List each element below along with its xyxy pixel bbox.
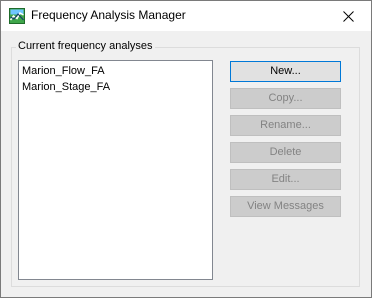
copy-button[interactable]: Copy...	[230, 88, 341, 109]
list-item[interactable]: Marion_Flow_FA	[21, 63, 210, 79]
view-messages-button[interactable]: View Messages	[230, 196, 341, 217]
title-bar[interactable]: Frequency Analysis Manager	[1, 1, 371, 31]
frequency-chart-icon	[9, 8, 25, 24]
rename-button[interactable]: Rename...	[230, 115, 341, 136]
close-button[interactable]	[325, 1, 371, 31]
frequency-analysis-manager-dialog: Frequency Analysis Manager Current frequ…	[0, 0, 372, 298]
edit-button[interactable]: Edit...	[230, 169, 341, 190]
close-icon	[342, 10, 354, 22]
group-label: Current frequency analyses	[16, 40, 155, 52]
new-button[interactable]: New...	[230, 61, 341, 82]
analyses-list[interactable]: Marion_Flow_FA Marion_Stage_FA	[18, 60, 213, 280]
delete-button[interactable]: Delete	[230, 142, 341, 163]
list-item[interactable]: Marion_Stage_FA	[21, 79, 210, 95]
window-title: Frequency Analysis Manager	[31, 8, 186, 22]
